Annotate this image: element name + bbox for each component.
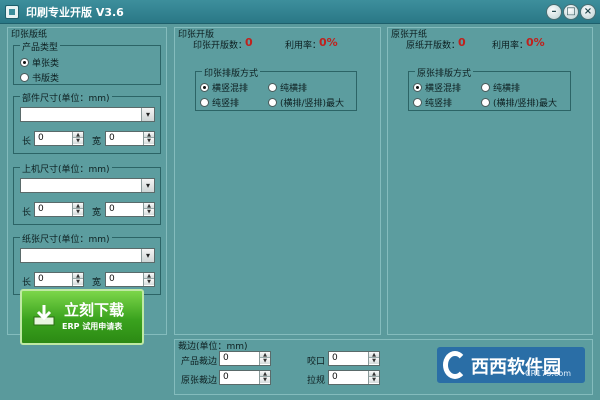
part-size-title: 部件尺寸(单位：mm) — [20, 91, 112, 104]
download-icon — [33, 305, 55, 326]
radio-icon — [200, 83, 209, 92]
radio-mixed[interactable]: 横竖混排 — [200, 81, 248, 94]
print-count-label: 印张开版数： — [193, 41, 248, 51]
print-util-value: 0% — [319, 36, 338, 49]
radio-icon — [268, 83, 277, 92]
download-sub-label: ERP 试用申请表 — [62, 322, 123, 331]
part-size-select[interactable]: ▾ — [20, 107, 155, 122]
title-bar[interactable]: 印刷专业开版 V3.6 – □ × — [0, 0, 600, 24]
download-banner[interactable]: 立刻下载 ERP 试用申请表 — [20, 289, 144, 345]
part-length-input[interactable]: 0 ▲ ▼ — [34, 131, 84, 146]
bite-input[interactable]: 0 ▲ ▼ — [328, 351, 380, 366]
app-icon — [5, 5, 19, 19]
raw-layout-title: 原张排版方式 — [415, 66, 474, 79]
radio-icon — [20, 73, 29, 82]
raw-sheet-panel: 原张开纸 原纸开版数： 0 利用率： 0% 原张排版方式 横竖混排 纯横排 纯竖… — [387, 27, 593, 335]
radio-horizontal[interactable]: 纯横排 — [481, 81, 520, 94]
radio-max[interactable]: (横排/竖排)最大 — [268, 96, 344, 109]
raw-count-label: 原纸开版数： — [406, 41, 461, 51]
paper-size-select[interactable]: ▾ — [20, 248, 155, 263]
radio-book[interactable]: 书版类 — [20, 71, 59, 84]
paper-width-input[interactable]: 0 ▲ ▼ — [105, 272, 155, 287]
part-width-input[interactable]: 0 ▲ ▼ — [105, 131, 155, 146]
radio-mixed[interactable]: 横竖混排 — [413, 81, 461, 94]
print-sheet-panel: 印张开版 印张开版数： 0 利用率： 0% 印张排版方式 横竖混排 纯横排 纯竖… — [174, 27, 381, 335]
radio-icon — [481, 83, 490, 92]
chevron-down-icon[interactable]: ▾ — [141, 249, 154, 262]
paper-length-input[interactable]: 0 ▲ ▼ — [34, 272, 84, 287]
part-size-group: 部件尺寸(单位：mm) ▾ 长 0 ▲ ▼ 宽 0 ▲ ▼ — [13, 91, 161, 154]
raw-util-value: 0% — [526, 36, 545, 49]
radio-icon — [481, 98, 490, 107]
logo-c-icon — [443, 351, 467, 379]
maximize-icon[interactable]: □ — [563, 4, 579, 20]
print-util-label: 利用率： — [285, 41, 322, 51]
width-label: 宽 — [92, 137, 102, 147]
width-label: 宽 — [92, 208, 102, 218]
machine-size-group: 上机尺寸(单位：mm) ▾ 长 0 ▲ ▼ 宽 0 ▲ ▼ — [13, 162, 161, 225]
raw-trim-label: 原张裁边 — [181, 376, 218, 386]
close-icon[interactable]: × — [580, 4, 596, 20]
download-main-label: 立刻下载 — [64, 301, 125, 319]
raw-util-label: 利用率： — [492, 41, 529, 51]
product-trim-input[interactable]: 0 ▲ ▼ — [219, 351, 271, 366]
radio-icon — [413, 98, 422, 107]
length-label: 长 — [22, 278, 32, 288]
radio-single-sheet[interactable]: 单张类 — [20, 56, 59, 69]
paper-size-title: 纸张尺寸(单位：mm) — [20, 232, 112, 245]
product-type-group: 产品类型 单张类 书版类 — [13, 40, 161, 85]
radio-icon — [268, 98, 277, 107]
width-label: 宽 — [92, 278, 102, 288]
radio-icon — [200, 98, 209, 107]
length-label: 长 — [22, 208, 32, 218]
pull-label: 拉规 — [307, 376, 326, 386]
print-count-value: 0 — [245, 36, 253, 49]
raw-count-value: 0 — [458, 36, 466, 49]
radio-vertical[interactable]: 纯竖排 — [200, 96, 239, 109]
length-label: 长 — [22, 137, 32, 147]
panel-title: 印张版纸 — [11, 30, 48, 40]
watermark-logo: 西西软件园 CR173.com — [437, 347, 585, 383]
raw-trim-input[interactable]: 0 ▲ ▼ — [219, 370, 271, 385]
product-type-title: 产品类型 — [20, 40, 61, 53]
product-trim-label: 产品裁边 — [181, 357, 218, 367]
print-layout-group: 印张排版方式 横竖混排 纯横排 纯竖排 (横排/竖排)最大 — [195, 66, 357, 111]
machine-size-select[interactable]: ▾ — [20, 178, 155, 193]
raw-layout-group: 原张排版方式 横竖混排 纯横排 纯竖排 (横排/竖排)最大 — [408, 66, 571, 111]
radio-max[interactable]: (横排/竖排)最大 — [481, 96, 557, 109]
machine-size-title: 上机尺寸(单位：mm) — [20, 162, 112, 175]
paper-size-group: 纸张尺寸(单位：mm) ▾ 长 0 ▲ ▼ 宽 0 ▲ ▼ — [13, 232, 161, 295]
radio-vertical[interactable]: 纯竖排 — [413, 96, 452, 109]
minimize-icon[interactable]: – — [546, 4, 562, 20]
watermark-subtext: CR173.com — [525, 369, 572, 378]
pull-input[interactable]: 0 ▲ ▼ — [328, 370, 380, 385]
bite-label: 咬口 — [307, 357, 326, 367]
machine-width-input[interactable]: 0 ▲ ▼ — [105, 202, 155, 217]
radio-horizontal[interactable]: 纯横排 — [268, 81, 307, 94]
machine-length-input[interactable]: 0 ▲ ▼ — [34, 202, 84, 217]
window-title: 印刷专业开版 V3.6 — [26, 6, 124, 19]
radio-icon — [413, 83, 422, 92]
chevron-down-icon[interactable]: ▾ — [141, 179, 154, 192]
print-layout-title: 印张排版方式 — [202, 66, 261, 79]
chevron-down-icon[interactable]: ▾ — [141, 108, 154, 121]
radio-icon — [20, 58, 29, 67]
